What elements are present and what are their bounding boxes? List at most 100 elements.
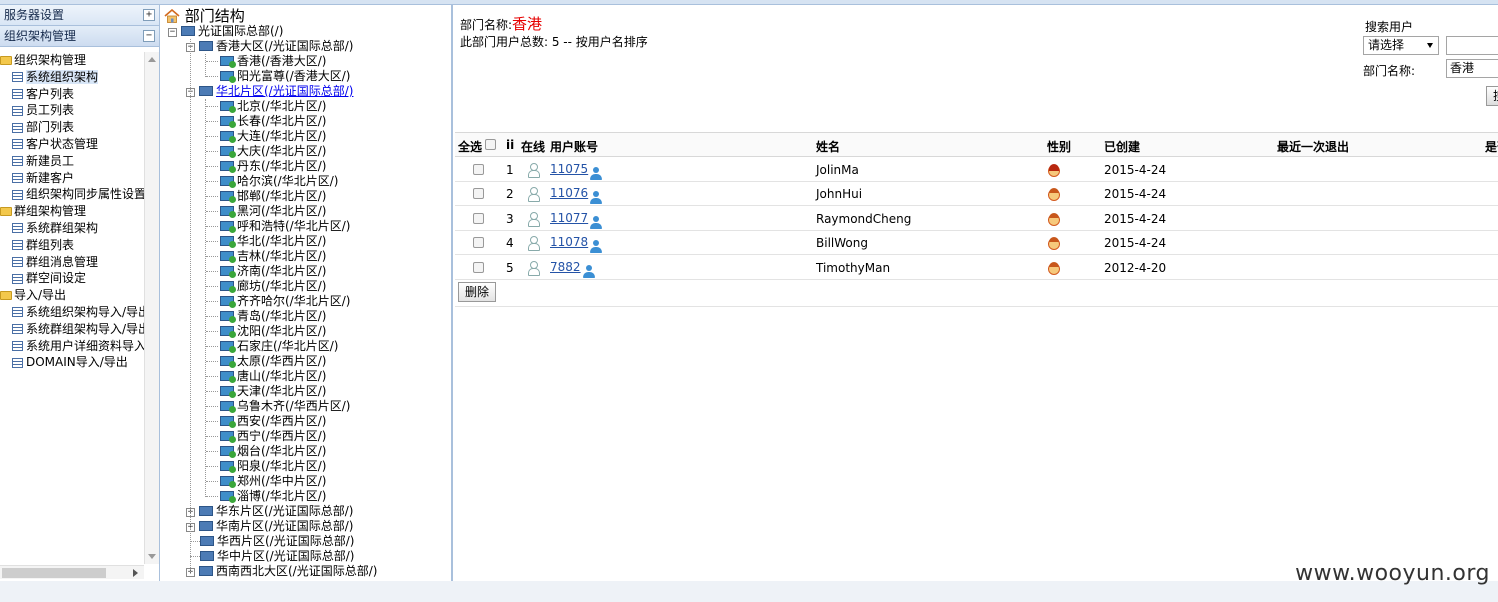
tree-node-label[interactable]: 邯郸(/华北片区/) [237,189,326,203]
row-checkbox[interactable] [473,164,484,175]
vertical-scrollbar[interactable] [144,52,159,564]
menu-item[interactable]: 系统群组架构 [0,220,144,237]
tree-node-leaf[interactable]: 阳泉(/华北片区/) [220,459,326,474]
tree-node-label[interactable]: 齐齐哈尔(/华北片区/) [237,294,350,308]
tree-node-label[interactable]: 呼和浩特(/华北片区/) [237,219,350,233]
menu-item[interactable]: 新建员工 [0,153,144,170]
search-field-select[interactable]: 请选择 [1363,36,1439,55]
menu-item[interactable]: 新建客户 [0,170,144,187]
search-input[interactable] [1446,36,1498,55]
tree-node-label[interactable]: 大庆(/华北片区/) [237,144,326,158]
expand-icon[interactable]: + [143,9,155,21]
tree-node-leaf[interactable]: 淄博(/华北片区/) [220,489,326,504]
menu-item[interactable]: 系统组织架构 [0,69,144,86]
menu-item[interactable]: 客户状态管理 [0,136,144,153]
tree-node-leaf[interactable]: 哈尔滨(/华北片区/) [220,174,338,189]
menu-item[interactable]: 群空间设定 [0,270,144,287]
tree-node[interactable]: + 西南西北大区(/光证国际总部/) [186,564,377,579]
collapse-icon[interactable]: − [168,28,177,37]
tree-node-label[interactable]: 烟台(/华北片区/) [237,444,326,458]
search-button[interactable]: 搜索 [1486,86,1498,106]
tree-node-label[interactable]: 华北(/华北片区/) [237,234,326,248]
tree-node-label[interactable]: 沈阳(/华北片区/) [237,324,326,338]
tree-node-label[interactable]: 淄博(/华北片区/) [237,489,326,503]
user-icon[interactable] [589,191,603,205]
tree-node-label[interactable]: 大连(/华北片区/) [237,129,326,143]
scroll-thumb[interactable] [2,568,106,578]
row-checkbox[interactable] [473,261,484,273]
menu-item[interactable]: DOMAIN导入/导出 [0,354,144,371]
header-gender[interactable]: 性别 [1047,138,1071,155]
tree-node-leaf[interactable]: 天津(/华北片区/) [220,384,326,399]
tree-node-leaf[interactable]: 阳光富尊(/香港大区/) [220,69,350,84]
tree-node-leaf[interactable]: 郑州(/华中片区/) [220,474,326,489]
tree-node-label[interactable]: 黑河(/华北片区/) [237,204,326,218]
tree-node-leaf[interactable]: 大连(/华北片区/) [220,129,326,144]
user-icon[interactable] [589,167,603,181]
tree-node-leaf[interactable]: 济南(/华北片区/) [220,264,326,279]
tree-node-leaf[interactable]: 邯郸(/华北片区/) [220,189,326,204]
tree-node-leaf[interactable]: 太原(/华西片区/) [220,354,326,369]
menu-item[interactable]: 群组列表 [0,237,144,254]
tree-node[interactable]: − 华北片区(/光证国际总部/) [186,84,353,99]
row-checkbox[interactable] [473,212,484,224]
tree-node-label[interactable]: 青岛(/华北片区/) [237,309,326,323]
account-link[interactable]: 11077 [550,211,588,225]
row-checkbox[interactable] [473,237,484,249]
menu-item[interactable]: 系统群组架构导入/导出 [0,321,144,338]
tree-node-leaf[interactable]: 唐山(/华北片区/) [220,369,326,384]
collapse-icon[interactable]: − [143,30,155,42]
tree-node-label[interactable]: 华中片区(/光证国际总部/) [217,549,354,563]
tree-node-label[interactable]: 石家庄(/华北片区/) [237,339,338,353]
tree-node-label[interactable]: 北京(/华北片区/) [237,99,326,113]
tree-node[interactable]: + 华南片区(/光证国际总部/) [186,519,353,534]
scroll-down-icon[interactable] [148,554,156,559]
tree-node-label[interactable]: 济南(/华北片区/) [237,264,326,278]
tree-node-label[interactable]: 吉林(/华北片区/) [237,249,326,263]
tree-node-label[interactable]: 华南片区(/光证国际总部/) [216,519,353,533]
user-icon[interactable] [589,240,603,254]
tree-node-label[interactable]: 西南西北大区(/光证国际总部/) [216,564,377,578]
tree-node-leaf[interactable]: 丹东(/华北片区/) [220,159,326,174]
scroll-right-icon[interactable] [133,569,138,577]
select-all-checkbox[interactable] [485,139,496,150]
tree-node-label[interactable]: 丹东(/华北片区/) [237,159,326,173]
tree-node-leaf[interactable]: 吉林(/华北片区/) [220,249,326,264]
tree-node-leaf[interactable]: 乌鲁木齐(/华西片区/) [220,399,350,414]
tree-node-leaf[interactable]: 呼和浩特(/华北片区/) [220,219,350,234]
tree-node-leaf[interactable]: 齐齐哈尔(/华北片区/) [220,294,350,309]
tree-node-leaf[interactable]: 石家庄(/华北片区/) [220,339,338,354]
tree-node-label[interactable]: 阳光富尊(/香港大区/) [237,69,350,83]
menu-item[interactable]: 群组架构管理 [0,203,144,220]
tree-node-leaf[interactable]: 北京(/华北片区/) [220,99,326,114]
tree-node[interactable]: 华中片区(/光证国际总部/) [200,549,354,564]
delete-button[interactable]: 删除 [458,282,496,302]
account-link[interactable]: 11075 [550,162,588,176]
header-created[interactable]: 已创建 [1104,138,1140,155]
tree-node-label[interactable]: 天津(/华北片区/) [237,384,326,398]
account-link[interactable]: 11076 [550,186,588,200]
tree-node-label[interactable]: 太原(/华西片区/) [237,354,326,368]
tree-node-label[interactable]: 香港(/香港大区/) [237,54,326,68]
tree-node[interactable]: 华西片区(/光证国际总部/) [200,534,354,549]
tree-node-label[interactable]: 阳泉(/华北片区/) [237,459,326,473]
account-link[interactable]: 7882 [550,260,581,274]
menu-item[interactable]: 客户列表 [0,86,144,103]
menu-item[interactable]: 系统用户详细资料导入 [0,338,144,355]
tree-node-label[interactable]: 长春(/华北片区/) [237,114,326,128]
tree-node-leaf[interactable]: 西宁(/华西片区/) [220,429,326,444]
tree-node-leaf[interactable]: 廊坊(/华北片区/) [220,279,326,294]
tree-node-label[interactable]: 香港大区(/光证国际总部/) [216,39,353,53]
tree-node-label[interactable]: 华西片区(/光证国际总部/) [217,534,354,548]
dept-filter-input[interactable]: 香港 [1446,59,1498,78]
accordion-server-settings[interactable]: 服务器设置 + [0,5,159,26]
scroll-up-icon[interactable] [148,57,156,62]
tree-node-leaf[interactable]: 华北(/华北片区/) [220,234,326,249]
user-icon[interactable] [582,264,596,279]
tree-node-leaf[interactable]: 大庆(/华北片区/) [220,144,326,159]
header-account[interactable]: 用户账号 [550,138,598,155]
menu-item[interactable]: 群组消息管理 [0,254,144,271]
header-last-exit[interactable]: 最近一次退出 [1277,138,1349,155]
tree-node-leaf[interactable]: 沈阳(/华北片区/) [220,324,326,339]
tree-node-label[interactable]: 西宁(/华西片区/) [237,429,326,443]
